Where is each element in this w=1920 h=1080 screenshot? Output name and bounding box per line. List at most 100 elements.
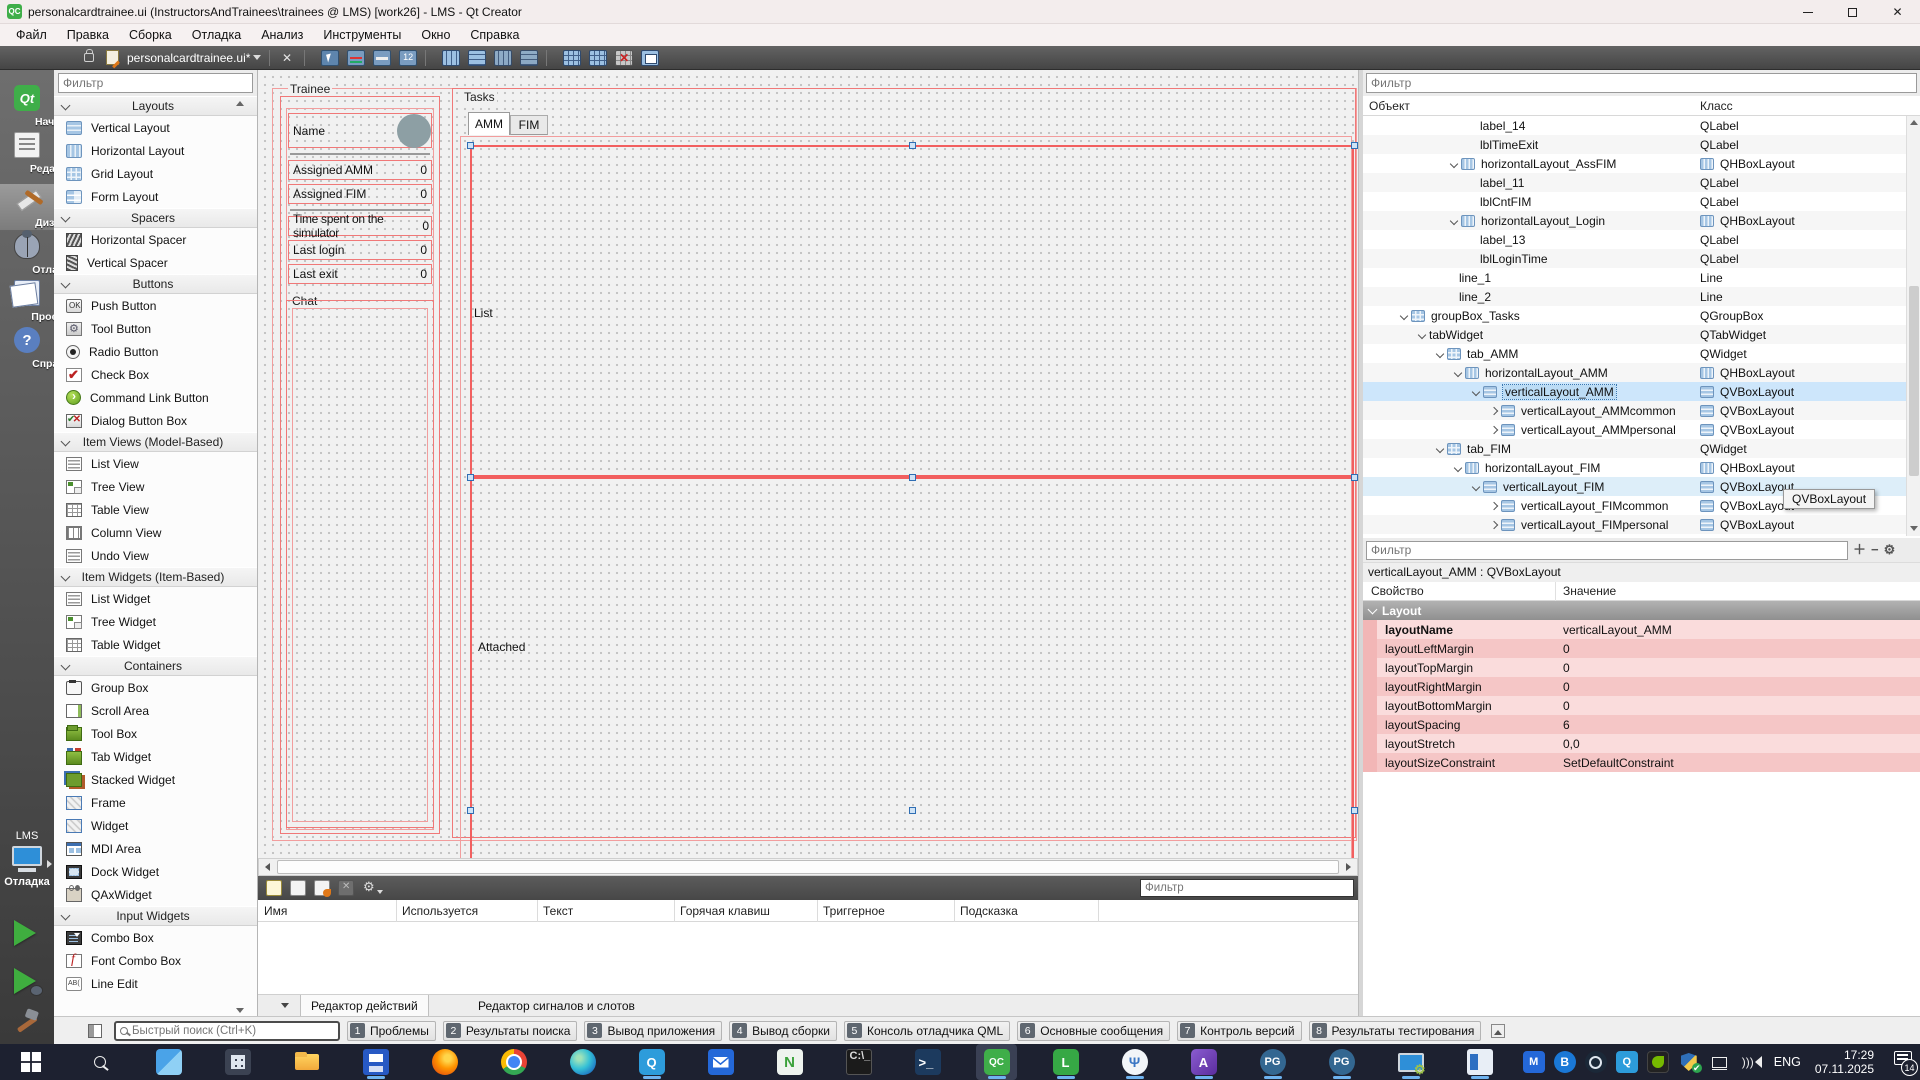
widget-item[interactable]: Tool Box (54, 722, 257, 745)
property-filter-input[interactable] (1366, 541, 1848, 560)
build-button[interactable] (12, 1008, 42, 1038)
sidebar-toggle-icon[interactable] (88, 1024, 102, 1038)
column-tooltip[interactable]: Подсказка (960, 904, 1018, 918)
taskbar-explorer[interactable] (286, 1044, 327, 1080)
property-row[interactable]: layoutTopMargin0 (1363, 658, 1920, 677)
widget-item[interactable]: Push Button (54, 294, 257, 317)
widget-category-spacers[interactable]: Spacers (54, 208, 257, 228)
widget-item[interactable]: Frame (54, 791, 257, 814)
column-object[interactable]: Объект (1369, 99, 1410, 113)
menu-window[interactable]: Окно (411, 26, 460, 44)
property-row[interactable]: layoutLeftMargin0 (1363, 639, 1920, 658)
network-icon[interactable] (1709, 1051, 1731, 1073)
object-tree-row[interactable]: line_2Line (1363, 287, 1906, 306)
grid-layout-icon[interactable] (589, 50, 607, 66)
kit-expand-icon[interactable] (47, 860, 52, 868)
action-filter-input[interactable] (1140, 879, 1354, 897)
property-row[interactable]: layoutRightMargin0 (1363, 677, 1920, 696)
property-row[interactable]: layoutSizeConstraintSetDefaultConstraint (1363, 753, 1920, 772)
splitter-vertical-icon[interactable] (520, 50, 538, 66)
tab-amm[interactable]: AMM (468, 112, 510, 135)
action-table-body[interactable] (258, 922, 1358, 994)
taskbar-postgres-1[interactable]: PG (1252, 1044, 1293, 1080)
pane-test-results[interactable]: 8Результаты тестирования (1309, 1021, 1482, 1041)
widget-box-filter-input[interactable] (58, 73, 253, 93)
selection-handle[interactable] (1351, 142, 1358, 149)
notification-center[interactable]: 14 (1886, 1050, 1912, 1074)
nvidia-icon[interactable] (1647, 1051, 1669, 1073)
taskbar-notepadpp[interactable]: N (769, 1044, 810, 1080)
widget-item[interactable]: Combo Box (54, 926, 257, 949)
locator[interactable] (114, 1021, 340, 1041)
steam-icon[interactable] (1585, 1051, 1607, 1073)
object-tree-row[interactable]: label_11QLabel (1363, 173, 1906, 192)
assigned-fim-row[interactable]: Assigned FIM0 (288, 184, 432, 204)
expander-icon[interactable] (1450, 216, 1458, 224)
start-button[interactable] (10, 1044, 51, 1080)
tray-mail-icon[interactable]: M (1523, 1051, 1545, 1073)
object-tree-row[interactable]: tabWidgetQTabWidget (1363, 325, 1906, 344)
column-checkable[interactable]: Триггерное (823, 904, 885, 918)
selection-handle[interactable] (467, 474, 474, 481)
object-tree-row[interactable]: groupBox_TasksQGroupBox (1363, 306, 1906, 325)
paste-action-icon[interactable] (314, 880, 330, 896)
object-tree-row[interactable]: label_13QLabel (1363, 230, 1906, 249)
maximize-button[interactable] (1830, 0, 1875, 24)
expander-icon[interactable] (1490, 520, 1498, 528)
object-tree-row[interactable]: line_1Line (1363, 268, 1906, 287)
widget-category-buttons[interactable]: Buttons (54, 274, 257, 294)
mode-welcome[interactable]: Qt Начало (0, 83, 54, 129)
object-tree-scrollbar[interactable] (1906, 116, 1920, 536)
widget-item[interactable]: List Widget (54, 587, 257, 610)
selected-layout-bottom[interactable] (470, 477, 1354, 858)
assigned-amm-row[interactable]: Assigned AMM0 (288, 160, 432, 180)
widget-item[interactable]: Font Combo Box (54, 949, 257, 972)
close-button[interactable]: ✕ (1875, 0, 1920, 24)
widget-item[interactable]: Vertical Spacer (54, 251, 257, 274)
splitter-horizontal-icon[interactable] (494, 50, 512, 66)
copy-action-icon[interactable] (290, 880, 306, 896)
selection-handle[interactable] (909, 142, 916, 149)
expander-icon[interactable] (1472, 387, 1480, 395)
widget-item[interactable]: Horizontal Layout (54, 139, 257, 162)
widget-category-layouts[interactable]: Layouts (54, 96, 257, 116)
property-row[interactable]: layoutStretch0,0 (1363, 734, 1920, 753)
taskbar-save-app[interactable] (355, 1044, 396, 1080)
column-property[interactable]: Свойство (1371, 584, 1424, 598)
widget-item[interactable]: Table View (54, 498, 257, 521)
output-pane-expand-icon[interactable] (1491, 1024, 1505, 1038)
edit-tab-order-icon[interactable] (399, 50, 417, 66)
widget-item[interactable]: Widget (54, 814, 257, 837)
pane-general-messages[interactable]: 6Основные сообщения (1017, 1021, 1170, 1041)
layout-vertically-icon[interactable] (468, 50, 486, 66)
object-tree-row[interactable]: horizontalLayout_LoginQHBoxLayout (1363, 211, 1906, 230)
property-group-layout[interactable]: Layout (1363, 601, 1920, 620)
expander-icon[interactable] (1418, 330, 1426, 338)
taskbar-calculator[interactable] (217, 1044, 258, 1080)
expander-icon[interactable] (1454, 463, 1462, 471)
run-button[interactable] (14, 920, 36, 946)
expander-icon[interactable] (1450, 159, 1458, 167)
object-tree-row[interactable]: lblTimeExitQLabel (1363, 135, 1906, 154)
widget-item[interactable]: Tab Widget (54, 745, 257, 768)
widget-item[interactable]: Dock Widget (54, 860, 257, 883)
form-layout-icon[interactable] (563, 50, 581, 66)
widget-item[interactable]: Tool Button (54, 317, 257, 340)
taskbar-pc-tool[interactable] (1390, 1044, 1431, 1080)
taskbar-postgres-2[interactable]: PG (1321, 1044, 1362, 1080)
object-tree-row[interactable]: horizontalLayout_FIMQHBoxLayout (1363, 458, 1906, 477)
edit-widgets-icon[interactable] (321, 50, 339, 66)
selection-handle[interactable] (467, 142, 474, 149)
mode-help[interactable]: ? Справка (0, 325, 54, 371)
taskbar-mail[interactable] (700, 1044, 741, 1080)
edit-buddies-icon[interactable] (373, 50, 391, 66)
widget-item[interactable]: MDI Area (54, 837, 257, 860)
minimize-button[interactable] (1785, 0, 1830, 24)
widget-category-inputwidgets[interactable]: Input Widgets (54, 906, 257, 926)
form-editor-canvas[interactable]: Trainee Name Assigned AMM0 Assigned FIM0… (258, 70, 1358, 858)
widget-item[interactable]: Vertical Layout (54, 116, 257, 139)
selection-handle[interactable] (909, 807, 916, 814)
object-tree-row[interactable]: horizontalLayout_AMMQHBoxLayout (1363, 363, 1906, 382)
taskbar-l-app[interactable]: L (1045, 1044, 1086, 1080)
edit-signals-slots-icon[interactable] (347, 50, 365, 66)
